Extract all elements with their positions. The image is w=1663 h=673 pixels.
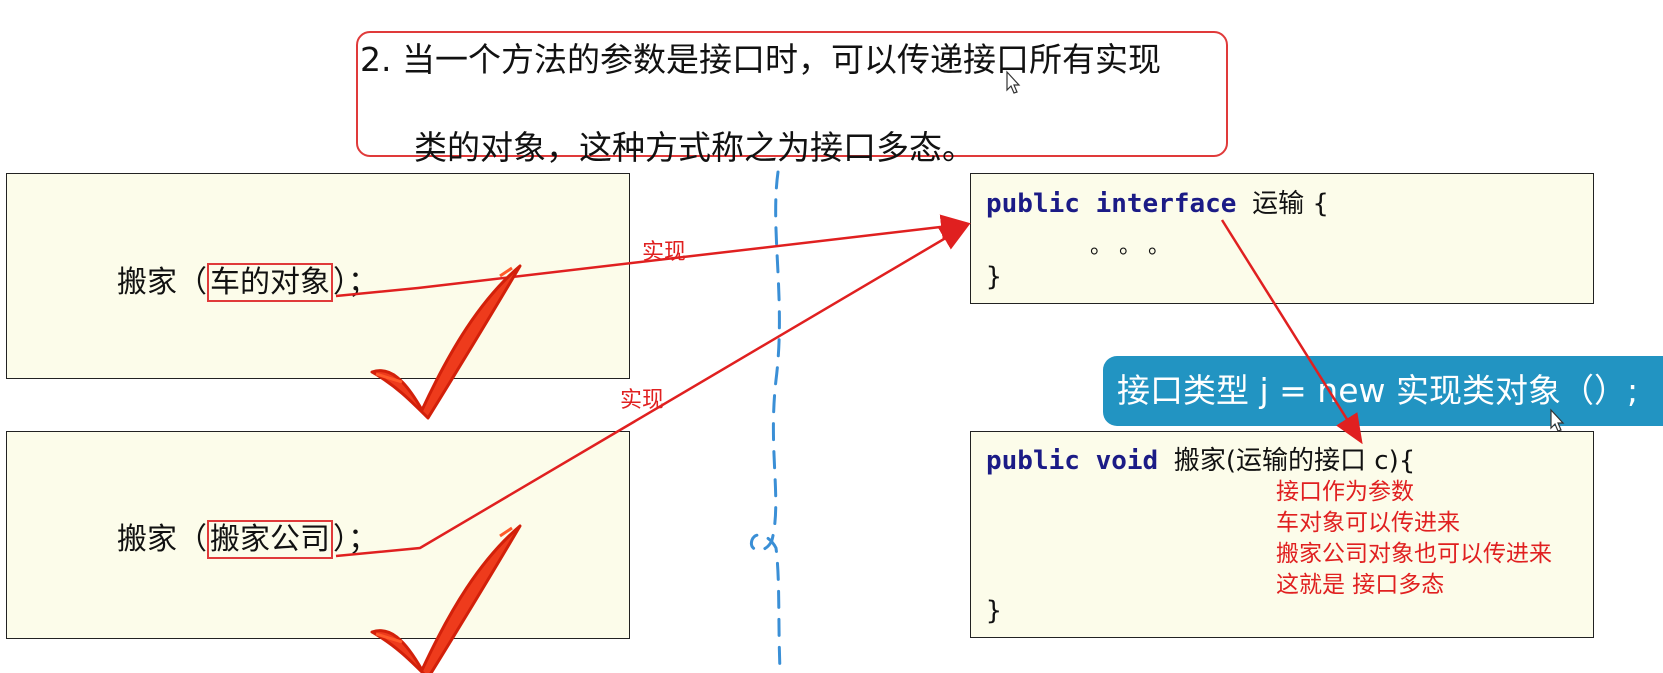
call-prefix: 搬家（ <box>117 265 207 300</box>
note-line: 车对象可以传进来 <box>1276 510 1460 536</box>
keyword-interface: interface <box>1095 189 1237 219</box>
method-close-brace: } <box>986 596 1002 626</box>
divider-dashed-line <box>749 170 782 672</box>
highlighted-argument: 搬家公司 <box>207 520 333 559</box>
title-line-2: 类的对象，这种方式称之为接口多态。 <box>414 128 975 167</box>
interface-type-banner: 接口类型 j = new 实现类对象（）; <box>1103 356 1663 426</box>
method-name-params: 搬家(运输的接口 c){ <box>1173 446 1416 476</box>
interface-close-brace: } <box>986 262 1002 292</box>
note-line: 接口作为参数 <box>1276 479 1414 505</box>
note-line: 这就是 接口多态 <box>1276 572 1445 598</box>
call-suffix: ）； <box>333 522 378 557</box>
title-line-1: 2. 当一个方法的参数是接口时，可以传递接口所有实现 <box>360 40 1161 79</box>
arrow-label-implements: 实现 <box>642 240 687 265</box>
arrow-label-implements: 实现 <box>620 388 665 413</box>
call-company: 搬家（ 搬家公司）； <box>117 514 378 559</box>
interface-declaration: public interface 运输 { <box>986 183 1329 220</box>
keyword-public: public <box>986 189 1080 219</box>
keyword-public: public <box>986 446 1080 476</box>
interface-body-ellipsis: 。 。 。 <box>1090 234 1170 259</box>
call-suffix: ）； <box>333 265 378 300</box>
method-signature: public void 搬家(运输的接口 c){ <box>986 440 1415 477</box>
call-car: 搬家（ 车的对象）； <box>117 257 378 302</box>
keyword-void: void <box>1095 446 1159 476</box>
method-notes: 接口作为参数 车对象可以传进来 搬家公司对象也可以传进来 这就是 接口多态 <box>1276 477 1552 601</box>
note-line: 搬家公司对象也可以传进来 <box>1276 541 1552 567</box>
highlighted-argument: 车的对象 <box>207 263 333 302</box>
call-prefix: 搬家（ <box>117 522 207 557</box>
interface-name: 运输 { <box>1252 189 1329 219</box>
